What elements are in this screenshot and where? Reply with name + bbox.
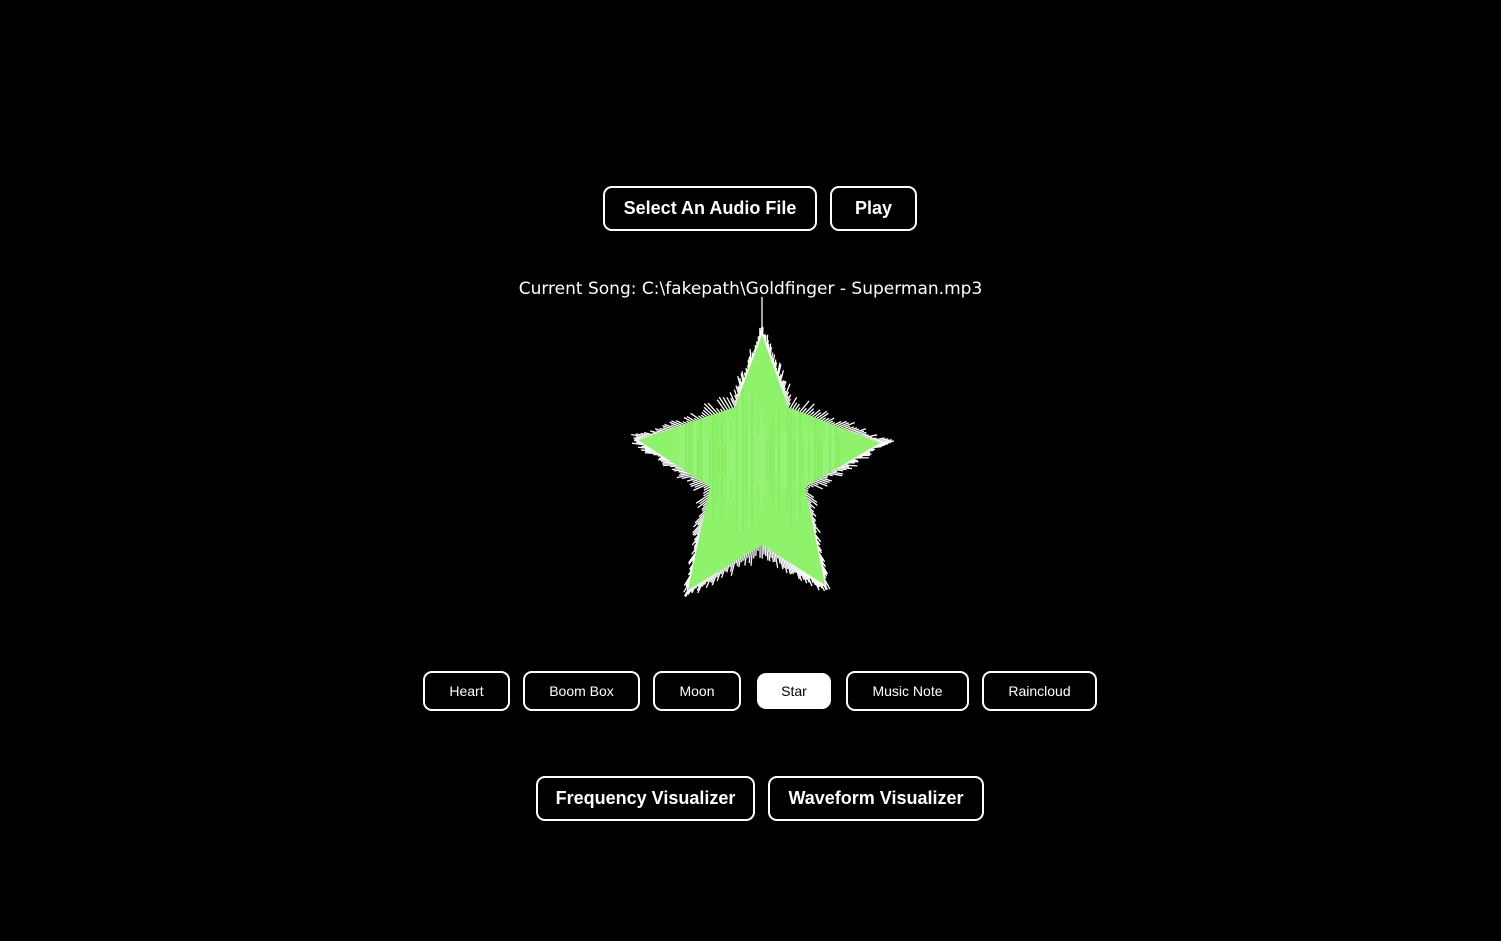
frequency-visualizer-button[interactable]: Frequency Visualizer [536, 776, 755, 821]
select-audio-file-button[interactable]: Select An Audio File [603, 186, 817, 231]
shape-button-music-note[interactable]: Music Note [846, 671, 969, 711]
shape-button-raincloud[interactable]: Raincloud [982, 671, 1097, 711]
shape-button-boom-box[interactable]: Boom Box [523, 671, 640, 711]
shape-button-moon[interactable]: Moon [653, 671, 741, 711]
visualizer-page: Select An Audio File Play Current Song: … [0, 0, 1501, 941]
star-shape-fill [638, 335, 880, 590]
shape-button-star[interactable]: Star [757, 673, 831, 709]
audio-visualizer-canvas [631, 297, 895, 598]
waveform-visualizer-button[interactable]: Waveform Visualizer [768, 776, 984, 821]
play-button[interactable]: Play [830, 186, 917, 231]
shape-button-heart[interactable]: Heart [423, 671, 510, 711]
